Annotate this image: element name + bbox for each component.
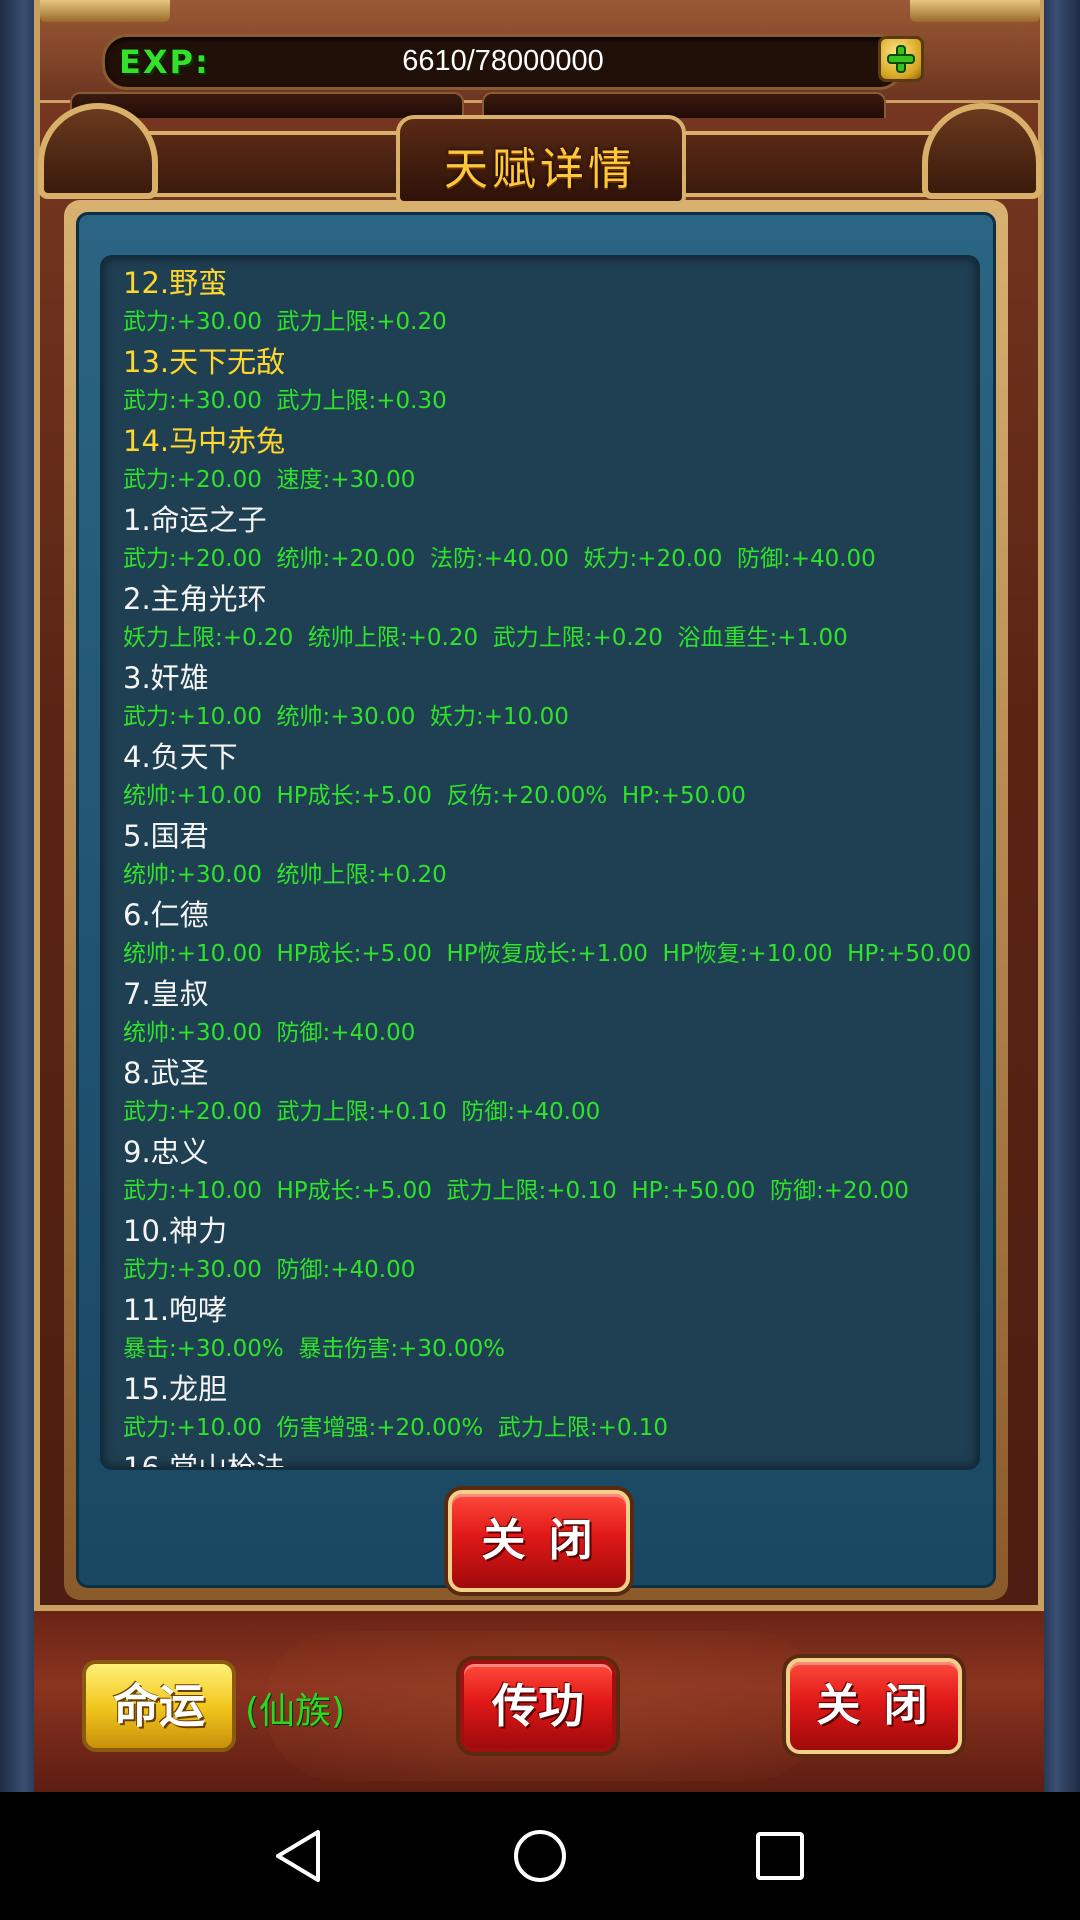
talent-attributes: 武力:+20.00 武力上限:+0.10 防御:+40.00 — [123, 1099, 601, 1125]
talent-item: 12.野蛮武力:+30.00 武力上限:+0.20 — [103, 262, 977, 341]
recents-square-glyph — [756, 1832, 804, 1880]
talent-name: 10.神力 — [123, 1214, 228, 1248]
talent-attributes: 武力:+10.00 HP成长:+5.00 武力上限:+0.10 HP:+50.0… — [123, 1178, 909, 1204]
back-triangle-icon[interactable] — [270, 1826, 330, 1886]
talent-name: 13.天下无敌 — [123, 345, 286, 379]
frame-cap-left — [40, 0, 170, 22]
dialog-title: 天赋详情 — [444, 144, 636, 195]
back-triangle-glyph — [276, 1830, 320, 1882]
home-circle-icon[interactable] — [510, 1826, 570, 1886]
exp-value: 6610/78000000 — [402, 45, 604, 77]
talent-name: 2.主角光环 — [123, 582, 267, 616]
frame-cap-right — [910, 0, 1040, 22]
talent-attributes: 武力:+30.00 武力上限:+0.20 — [123, 309, 447, 335]
transfer-button[interactable]: 传功 — [460, 1660, 616, 1752]
talent-name: 1.命运之子 — [123, 503, 267, 537]
fate-button[interactable]: 命运 — [82, 1660, 236, 1752]
talent-name: 16.常山枪法 — [123, 1451, 286, 1470]
talent-attributes: 妖力上限:+0.20 统帅上限:+0.20 武力上限:+0.20 浴血重生:+1… — [123, 625, 848, 651]
talent-item: 3.奸雄武力:+10.00 统帅:+30.00 妖力:+10.00 — [103, 657, 977, 736]
recents-square-icon[interactable] — [750, 1826, 810, 1886]
home-circle-glyph — [514, 1830, 566, 1882]
exp-track: EXP: 6610/78000000 — [102, 34, 904, 90]
talent-attributes: 武力:+10.00 伤害增强:+20.00% 武力上限:+0.10 — [123, 1415, 669, 1441]
talent-attributes: 统帅:+30.00 防御:+40.00 — [123, 1020, 416, 1046]
scene-wall-right — [1040, 0, 1080, 1792]
talent-name: 14.马中赤兔 — [123, 424, 286, 458]
talent-item: 7.皇叔统帅:+30.00 防御:+40.00 — [103, 973, 977, 1052]
talent-item: 4.负天下统帅:+10.00 HP成长:+5.00 反伤:+20.00% HP:… — [103, 736, 977, 815]
talent-attributes: 武力:+10.00 统帅:+30.00 妖力:+10.00 — [123, 704, 569, 730]
talent-attributes: 武力:+20.00 统帅:+20.00 法防:+40.00 妖力:+20.00 … — [123, 546, 876, 572]
talent-name: 7.皇叔 — [123, 977, 209, 1011]
talent-item: 1.命运之子武力:+20.00 统帅:+20.00 法防:+40.00 妖力:+… — [103, 499, 977, 578]
talent-name: 12.野蛮 — [123, 266, 228, 300]
talent-attributes: 统帅:+30.00 统帅上限:+0.20 — [123, 862, 447, 888]
talent-item: 5.国君统帅:+30.00 统帅上限:+0.20 — [103, 815, 977, 894]
talent-name: 8.武圣 — [123, 1056, 209, 1090]
talent-attributes: 武力:+20.00 速度:+30.00 — [123, 467, 416, 493]
talent-item: 16.常山枪法 — [103, 1447, 977, 1470]
talent-name: 5.国君 — [123, 819, 209, 853]
talent-attributes: 武力:+30.00 防御:+40.00 — [123, 1257, 416, 1283]
talent-name: 9.忠义 — [123, 1135, 209, 1169]
talent-item: 6.仁德统帅:+10.00 HP成长:+5.00 HP恢复成长:+1.00 HP… — [103, 894, 977, 973]
exp-bar-panel: EXP: 6610/78000000 — [40, 0, 1040, 103]
talent-item: 14.马中赤兔武力:+20.00 速度:+30.00 — [103, 420, 977, 499]
talent-list[interactable]: 12.野蛮 武力:+30.00 武力上限:+0.20 13.天下无敌 武力:+30.0… — [100, 255, 980, 1470]
talent-dialog-header: 天赋详情 — [36, 95, 1044, 205]
talent-item: 10.神力武力:+30.00 防御:+40.00 — [103, 1210, 977, 1289]
talent-name: 4.负天下 — [123, 740, 238, 774]
plus-icon[interactable] — [878, 36, 924, 82]
talent-attributes: 统帅:+10.00 HP成长:+5.00 HP恢复成长:+1.00 HP恢复:+… — [123, 941, 972, 967]
dialog-close-button[interactable]: 关 闭 — [448, 1490, 630, 1592]
panel-close-button[interactable]: 关 闭 — [786, 1658, 962, 1754]
talent-item: 8.武圣武力:+20.00 武力上限:+0.10 防御:+40.00 — [103, 1052, 977, 1131]
system-nav-bar — [0, 1792, 1080, 1920]
talent-name: 15.龙胆 — [123, 1372, 228, 1406]
talent-attributes: 暴击:+30.00% 暴击伤害:+30.00% — [123, 1336, 506, 1362]
talent-item: 9.忠义武力:+10.00 HP成长:+5.00 武力上限:+0.10 HP:+… — [103, 1131, 977, 1210]
plus-icon-glyph — [887, 45, 915, 73]
talent-item: 2.主角光环妖力上限:+0.20 统帅上限:+0.20 武力上限:+0.20 浴… — [103, 578, 977, 657]
talent-attributes: 武力:+30.00 武力上限:+0.30 — [123, 388, 447, 414]
talent-attributes: 统帅:+10.00 HP成长:+5.00 反伤:+20.00% HP:+50.0… — [123, 783, 746, 809]
talent-name: 3.奸雄 — [123, 661, 209, 695]
talent-name: 11.咆哮 — [123, 1293, 228, 1327]
talent-item: 13.天下无敌武力:+30.00 武力上限:+0.30 — [103, 341, 977, 420]
faction-label: (仙族) — [245, 1691, 346, 1732]
talent-item: 11.咆哮暴击:+30.00% 暴击伤害:+30.00% — [103, 1289, 977, 1368]
talent-item: 15.龙胆武力:+10.00 伤害增强:+20.00% 武力上限:+0.10 — [103, 1368, 977, 1447]
talent-name: 6.仁德 — [123, 898, 209, 932]
